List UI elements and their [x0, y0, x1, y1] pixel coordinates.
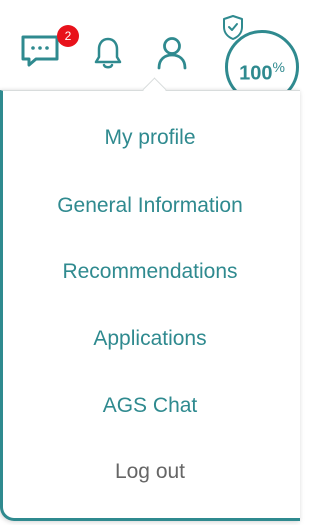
chat-icon[interactable]: [20, 34, 60, 68]
menu-item-applications[interactable]: Applications: [0, 327, 300, 351]
top-bar: 2 100%: [0, 0, 303, 104]
menu-item-recommendations[interactable]: Recommendations: [0, 260, 300, 284]
score-unit: %: [272, 59, 285, 75]
shield-check-icon: [221, 14, 245, 42]
bell-icon[interactable]: [93, 36, 123, 70]
notification-badge: 2: [57, 25, 79, 47]
user-dropdown-menu: [0, 90, 300, 521]
user-icon[interactable]: [156, 36, 188, 70]
menu-item-log-out[interactable]: Log out: [0, 460, 300, 484]
menu-item-ags-chat[interactable]: AGS Chat: [0, 394, 300, 418]
profile-completion-score[interactable]: 100%: [221, 14, 301, 104]
menu-item-general-information[interactable]: General Information: [0, 194, 300, 218]
menu-item-my-profile[interactable]: My profile: [0, 126, 300, 150]
